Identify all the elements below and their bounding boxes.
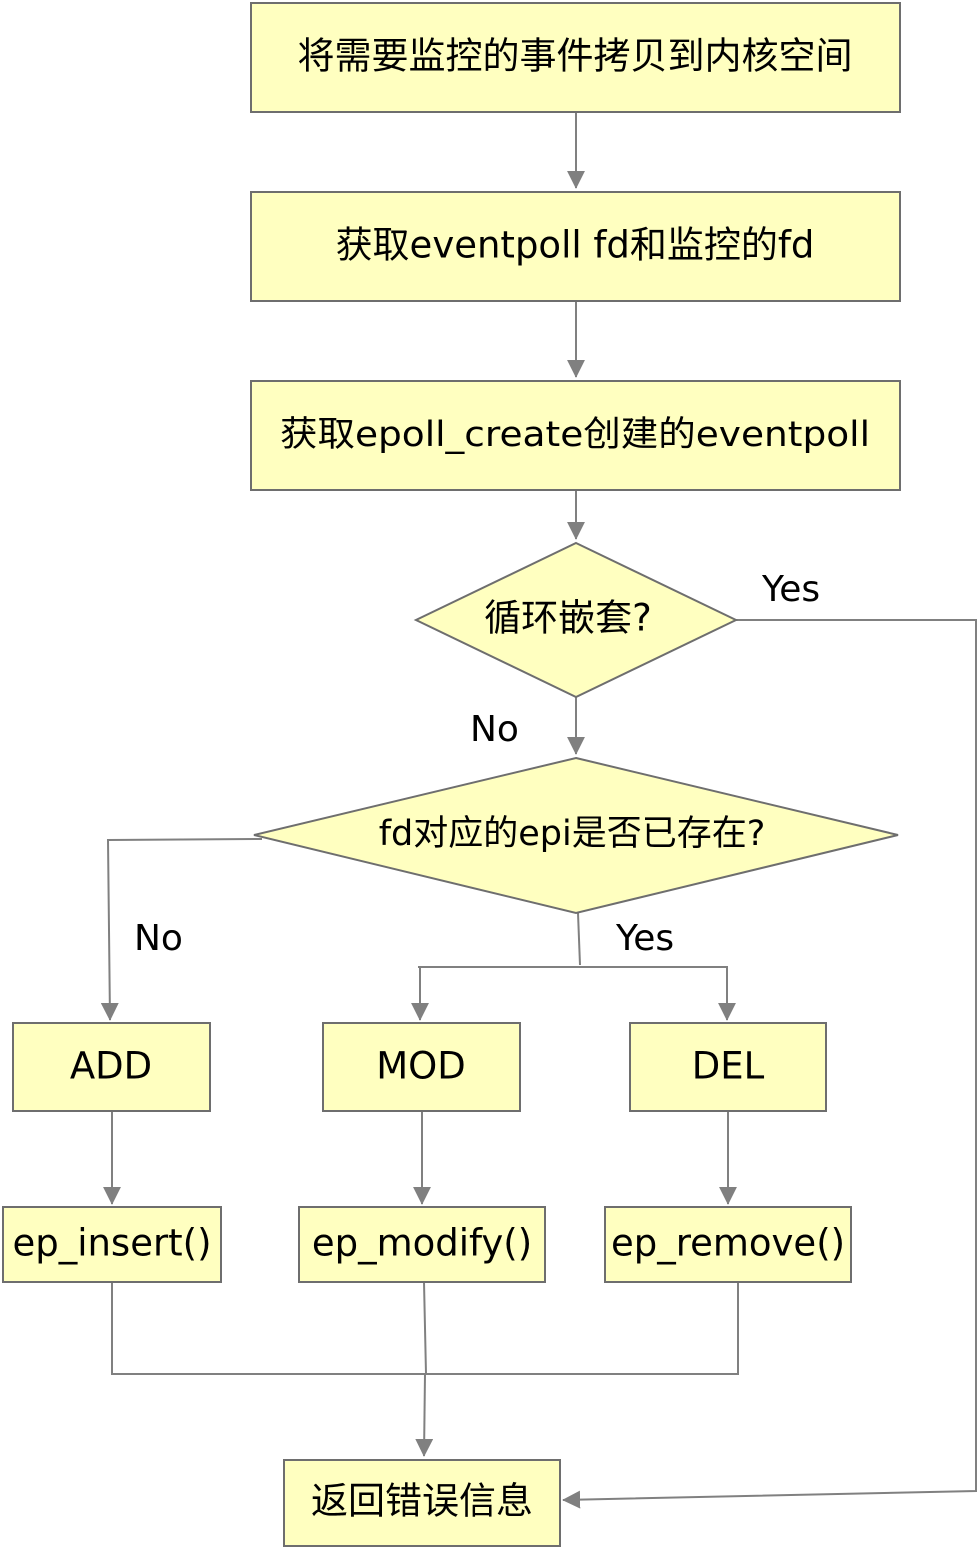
edge-label-loop-no: No bbox=[470, 709, 519, 750]
node-copy-events-label: 将需要监控的事件拷贝到内核空间 bbox=[298, 35, 853, 78]
node-get-eventpoll-label: 获取epoll_create创建的eventpoll bbox=[280, 415, 870, 455]
node-return-error-label: 返回错误信息 bbox=[311, 1480, 533, 1523]
node-del-label: DEL bbox=[692, 1045, 765, 1088]
node-add: ADD bbox=[12, 1022, 211, 1112]
edge-label-loop-yes: Yes bbox=[761, 569, 820, 610]
node-return-error: 返回错误信息 bbox=[283, 1459, 561, 1547]
node-ep-insert: ep_insert() bbox=[2, 1206, 222, 1283]
node-mod-label: MOD bbox=[376, 1045, 466, 1088]
node-ep-remove-label: ep_remove() bbox=[611, 1222, 845, 1265]
node-ep-insert-label: ep_insert() bbox=[12, 1222, 211, 1265]
edge-merge-lines bbox=[111, 1281, 739, 1375]
edge-label-epi-yes: Yes bbox=[615, 918, 674, 959]
node-add-label: ADD bbox=[70, 1045, 152, 1088]
node-get-fds: 获取eventpoll fd和监控的fd bbox=[250, 191, 901, 302]
node-epi-exists-label: fd对应的epi是否已存在? bbox=[379, 814, 766, 854]
edge-epi-no bbox=[100, 838, 263, 1021]
node-loop-check-label: 循环嵌套? bbox=[484, 597, 652, 640]
flowchart: 将需要监控的事件拷贝到内核空间 获取eventpoll fd和监控的fd 获取e… bbox=[2, 2, 977, 1547]
node-ep-modify-label: ep_modify() bbox=[312, 1222, 532, 1265]
node-del: DEL bbox=[629, 1022, 827, 1112]
node-ep-remove: ep_remove() bbox=[604, 1206, 852, 1283]
node-loop-check: 循环嵌套? bbox=[413, 541, 739, 699]
edge-label-epi-no: No bbox=[134, 918, 183, 959]
node-get-eventpoll: 获取epoll_create创建的eventpoll bbox=[250, 380, 901, 491]
edge-merge-to-return bbox=[415, 1373, 434, 1457]
node-copy-events: 将需要监控的事件拷贝到内核空间 bbox=[250, 2, 901, 113]
node-ep-modify: ep_modify() bbox=[298, 1206, 546, 1283]
node-get-fds-label: 获取eventpoll fd和监控的fd bbox=[336, 224, 815, 267]
edge-epi-yes-stem bbox=[577, 912, 581, 966]
node-mod: MOD bbox=[322, 1022, 521, 1112]
node-epi-exists: fd对应的epi是否已存在? bbox=[253, 756, 899, 915]
